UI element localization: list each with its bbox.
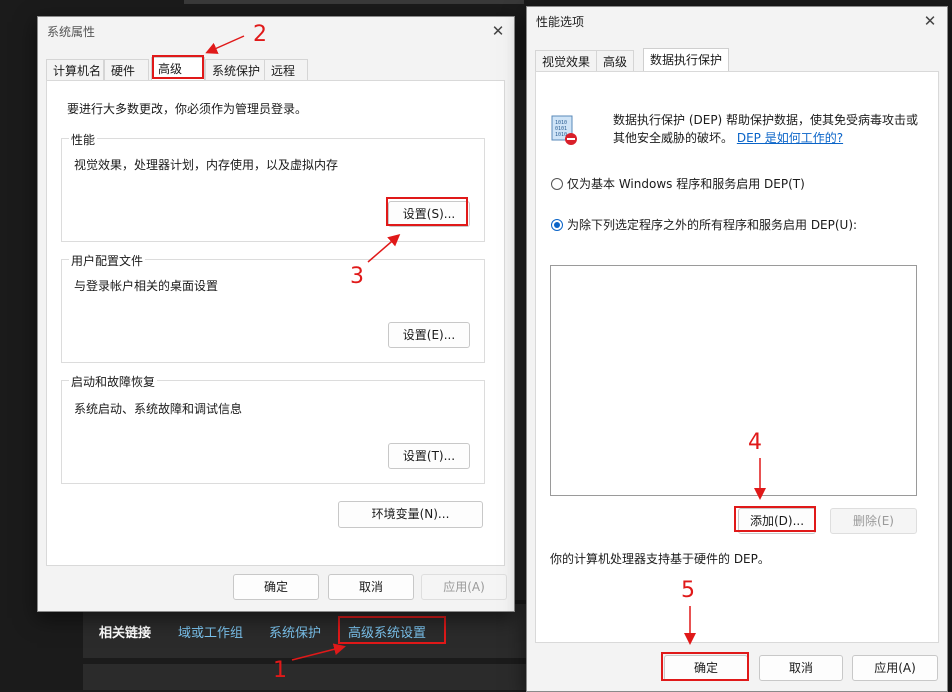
arrow-step-3 [367,234,401,263]
arrow-step-1 [291,643,346,661]
arrow-step-2 [205,35,245,54]
annotation-arrows [205,35,766,661]
